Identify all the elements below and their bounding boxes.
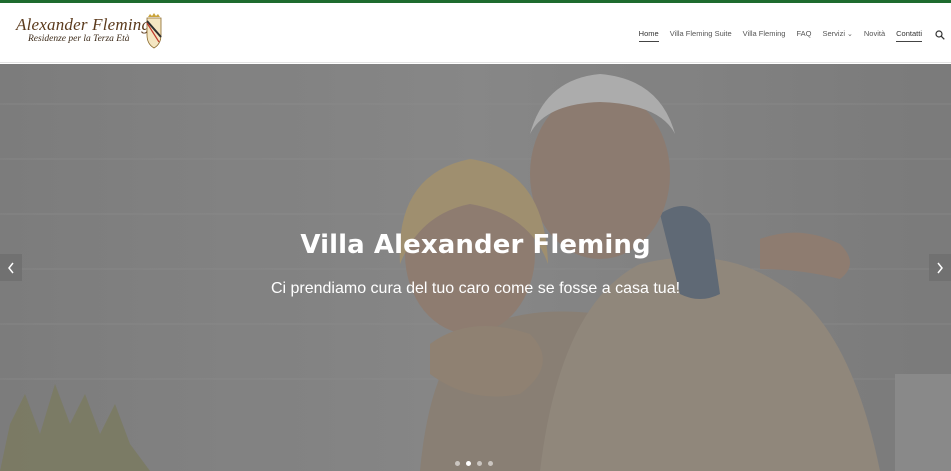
slider-next-button[interactable]: [929, 254, 951, 281]
nav-contatti[interactable]: Contatti: [896, 29, 922, 42]
crest-icon: [146, 13, 162, 49]
nav-servizi-label: Servizi: [822, 29, 845, 38]
slider-dot[interactable]: [488, 461, 493, 466]
logo-name: Alexander Fleming: [16, 15, 151, 34]
nav-villa-fleming-suite[interactable]: Villa Fleming Suite: [670, 29, 732, 41]
logo-subtitle: Residenze per la Terza Età: [28, 34, 130, 44]
chevron-down-icon: ⌄: [847, 31, 853, 38]
slider-dot-active[interactable]: [466, 461, 471, 466]
chevron-right-icon: [937, 262, 943, 273]
nav-novita[interactable]: Novità: [864, 29, 885, 41]
search-icon[interactable]: [935, 30, 945, 40]
site-header: Alexander Fleming Residenze per la Terza…: [0, 3, 951, 63]
nav-villa-fleming[interactable]: Villa Fleming: [743, 29, 786, 41]
hero-subtitle: Ci prendiamo cura del tuo caro come se f…: [270, 280, 681, 297]
logo-text: Alexander Fleming Residenze per la Terza…: [16, 15, 151, 44]
nav-servizi[interactable]: Servizi ⌄: [822, 29, 852, 41]
main-nav: Home Villa Fleming Suite Villa Fleming F…: [628, 25, 945, 45]
nav-faq[interactable]: FAQ: [796, 29, 811, 41]
nav-home[interactable]: Home: [638, 29, 659, 42]
hero-slider: Villa Alexander Fleming Ci prendiamo cur…: [0, 64, 951, 471]
site-logo[interactable]: Alexander Fleming Residenze per la Terza…: [16, 13, 166, 55]
hero-title: Villa Alexander Fleming: [300, 230, 651, 260]
slider-prev-button[interactable]: [0, 254, 22, 281]
hero-background-image: [0, 64, 951, 471]
slider-dot[interactable]: [455, 461, 460, 466]
slider-dot[interactable]: [477, 461, 482, 466]
slider-pagination: [455, 461, 499, 466]
chevron-left-icon: [8, 262, 14, 273]
